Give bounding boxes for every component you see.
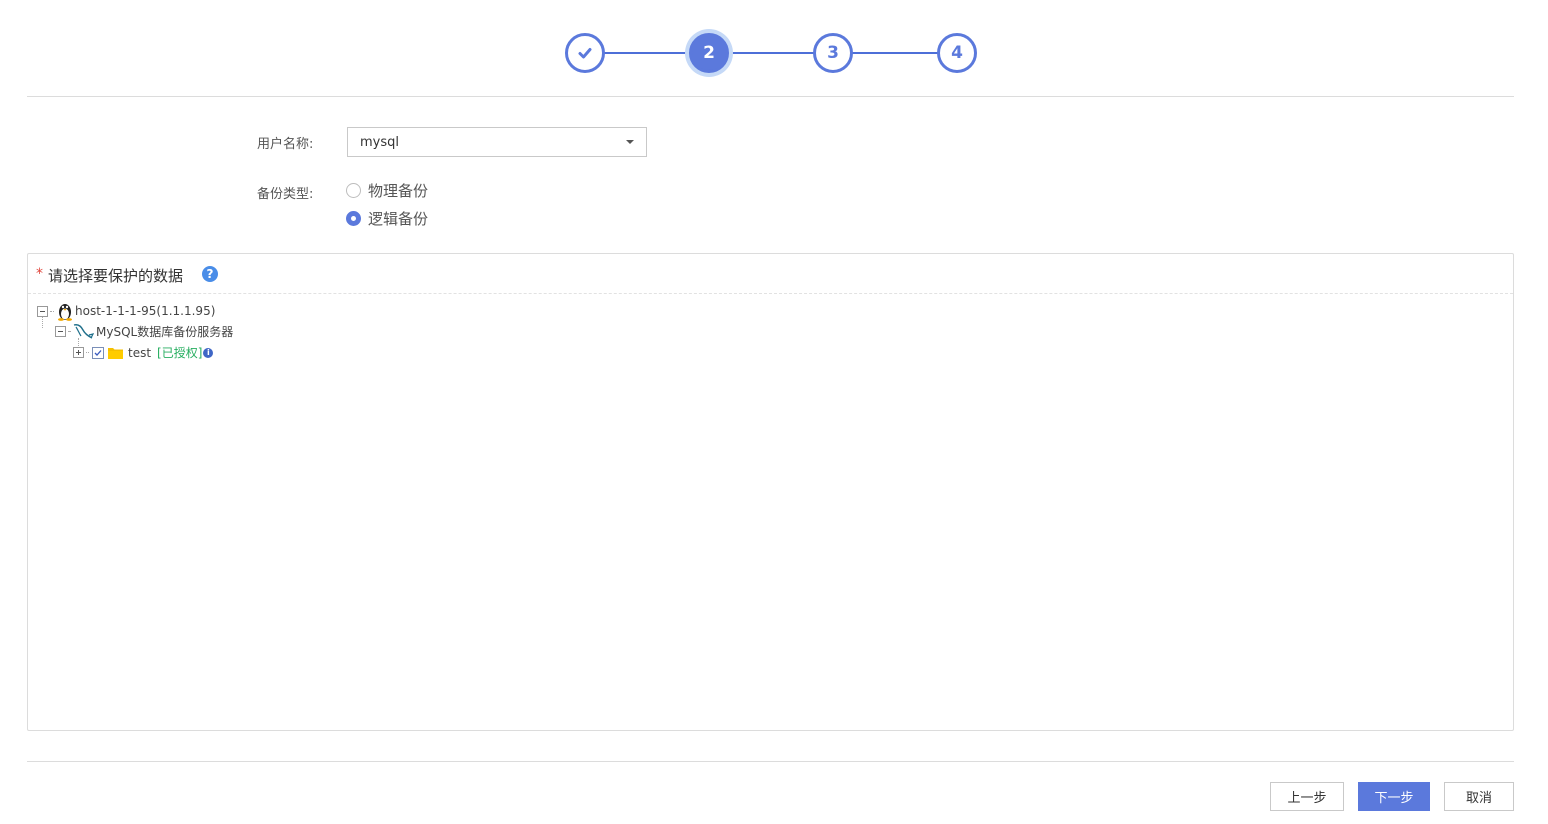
tree-node-host[interactable]: host-1-1-1-95(1.1.1.95) <box>37 301 215 321</box>
radio-button[interactable] <box>346 183 361 198</box>
node-checkbox[interactable] <box>92 346 104 359</box>
data-selection-panel: * 请选择要保护的数据 ? host-1-1-1-95(1.1.1.95) My… <box>27 253 1514 731</box>
step-number: 4 <box>951 43 963 63</box>
username-select-value: mysql <box>360 135 399 150</box>
collapse-toggle-icon[interactable] <box>37 305 48 317</box>
step-1-done <box>565 33 605 73</box>
tree-node-database-test[interactable]: test [已授权] i <box>73 344 214 361</box>
divider <box>27 96 1514 97</box>
radio-label: 物理备份 <box>368 182 429 200</box>
wizard-stepper: 2 3 4 <box>0 0 1548 96</box>
radio-label: 逻辑备份 <box>368 210 429 228</box>
check-icon <box>94 349 102 356</box>
mysql-dolphin-icon <box>73 324 94 339</box>
step-2-active: 2 <box>689 33 729 73</box>
panel-title: 请选择要保护的数据 <box>48 267 184 285</box>
radio-button-checked[interactable] <box>346 211 361 226</box>
info-icon[interactable]: i <box>203 347 214 358</box>
prev-step-button[interactable]: 上一步 <box>1270 782 1344 811</box>
tree-dots <box>50 310 54 312</box>
username-select[interactable]: mysql <box>347 127 647 157</box>
help-icon[interactable]: ? <box>202 266 218 282</box>
expand-toggle-icon[interactable] <box>73 347 84 358</box>
required-mark: * <box>36 266 43 282</box>
step-4: 4 <box>937 33 977 73</box>
radio-logical-backup[interactable]: 逻辑备份 <box>346 208 428 229</box>
authorized-status: [已授权] <box>157 346 203 360</box>
backup-type-label: 备份类型: <box>257 187 314 202</box>
step-3: 3 <box>813 33 853 73</box>
radio-physical-backup[interactable]: 物理备份 <box>346 180 428 201</box>
step-connector <box>852 52 939 54</box>
username-label: 用户名称: <box>257 137 314 152</box>
tree-dots <box>68 330 70 332</box>
tree-node-label: host-1-1-1-95(1.1.1.95) <box>75 304 216 318</box>
linux-penguin-icon <box>58 304 72 321</box>
divider <box>27 761 1514 762</box>
tree-node-mysql-service[interactable]: MySQL数据库备份服务器 <box>55 322 233 340</box>
tree-node-label: test <box>128 345 152 360</box>
step-number: 3 <box>827 43 839 63</box>
step-connector <box>604 52 691 54</box>
tree-dots <box>86 352 89 353</box>
step-number: 2 <box>703 43 715 63</box>
step-connector <box>728 52 815 54</box>
tree-node-label: MySQL数据库备份服务器 <box>96 324 234 339</box>
panel-header: * 请选择要保护的数据 ? <box>28 254 1513 294</box>
check-icon <box>578 48 592 59</box>
cancel-button[interactable]: 取消 <box>1444 782 1514 811</box>
next-step-button[interactable]: 下一步 <box>1358 782 1430 811</box>
collapse-toggle-icon[interactable] <box>55 325 66 337</box>
folder-icon <box>108 347 123 359</box>
chevron-down-icon <box>626 140 634 144</box>
